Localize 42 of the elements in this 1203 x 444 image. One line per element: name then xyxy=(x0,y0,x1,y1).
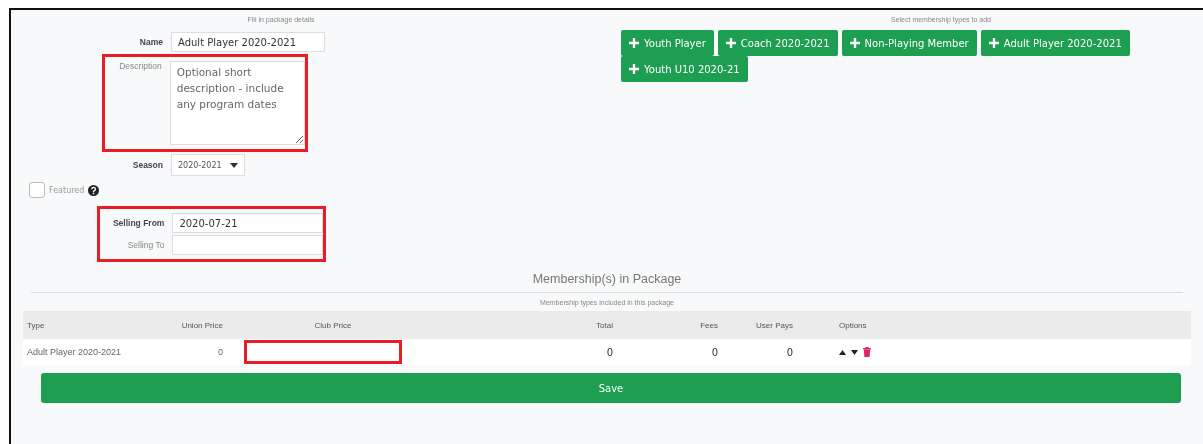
help-icon[interactable] xyxy=(88,184,100,196)
description-field[interactable]: Optional short description - include any program dates xyxy=(169,61,305,145)
column-header: Union Price xyxy=(180,320,223,330)
caret-icon xyxy=(229,162,238,168)
column-header: Type xyxy=(26,320,46,330)
table-cell-text: Adult Player 2020-2021 xyxy=(26,347,123,357)
plus-icon xyxy=(725,38,736,48)
table-cell-text: 0 xyxy=(217,347,223,357)
table-cell-text: 0 xyxy=(785,346,793,358)
add-type-button[interactable]: Adult Player 2020-2021 xyxy=(980,30,1130,56)
column-header: Total xyxy=(595,320,613,330)
season-dropdown[interactable]: 2020-2021 xyxy=(171,154,245,176)
table-cell-text: 0 xyxy=(710,346,718,358)
field-label: Selling From xyxy=(111,218,165,228)
date-field[interactable]: 2020-07-21 xyxy=(172,213,323,233)
add-type-button[interactable]: Non-Playing Member xyxy=(841,30,977,56)
column-header: User Pays xyxy=(755,320,793,330)
plus-icon xyxy=(629,38,639,48)
delete-icon[interactable] xyxy=(863,347,871,357)
checkbox-label: Featured xyxy=(49,185,85,195)
plus-icon xyxy=(988,38,999,48)
save-button[interactable]: Save xyxy=(41,373,1181,403)
table-cell-text: 0 xyxy=(605,346,613,358)
field-label: Description xyxy=(118,61,162,71)
section-title: Membership(s) in Package xyxy=(531,272,683,286)
column-header: Club Price xyxy=(313,320,353,330)
plus-icon xyxy=(849,38,860,48)
plus-icon xyxy=(629,64,639,74)
add-type-button[interactable]: Coach 2020-2021 xyxy=(717,30,838,56)
add-type-button[interactable]: Youth Player xyxy=(621,30,714,56)
featured-checkbox[interactable] xyxy=(29,182,45,198)
name-field[interactable]: Adult Player 2020-2021 xyxy=(171,32,325,52)
price-field[interactable] xyxy=(244,340,402,364)
add-type-button[interactable]: Youth U10 2020-21 xyxy=(621,56,748,82)
field-label: Selling To xyxy=(126,240,165,250)
date-field[interactable] xyxy=(172,235,323,255)
column-header: Fees xyxy=(699,320,718,330)
column-header: Options xyxy=(838,320,868,330)
field-label: Name xyxy=(138,37,163,47)
move-down-icon[interactable] xyxy=(851,349,858,355)
move-up-icon[interactable] xyxy=(839,349,846,355)
field-label: Season xyxy=(131,160,163,170)
